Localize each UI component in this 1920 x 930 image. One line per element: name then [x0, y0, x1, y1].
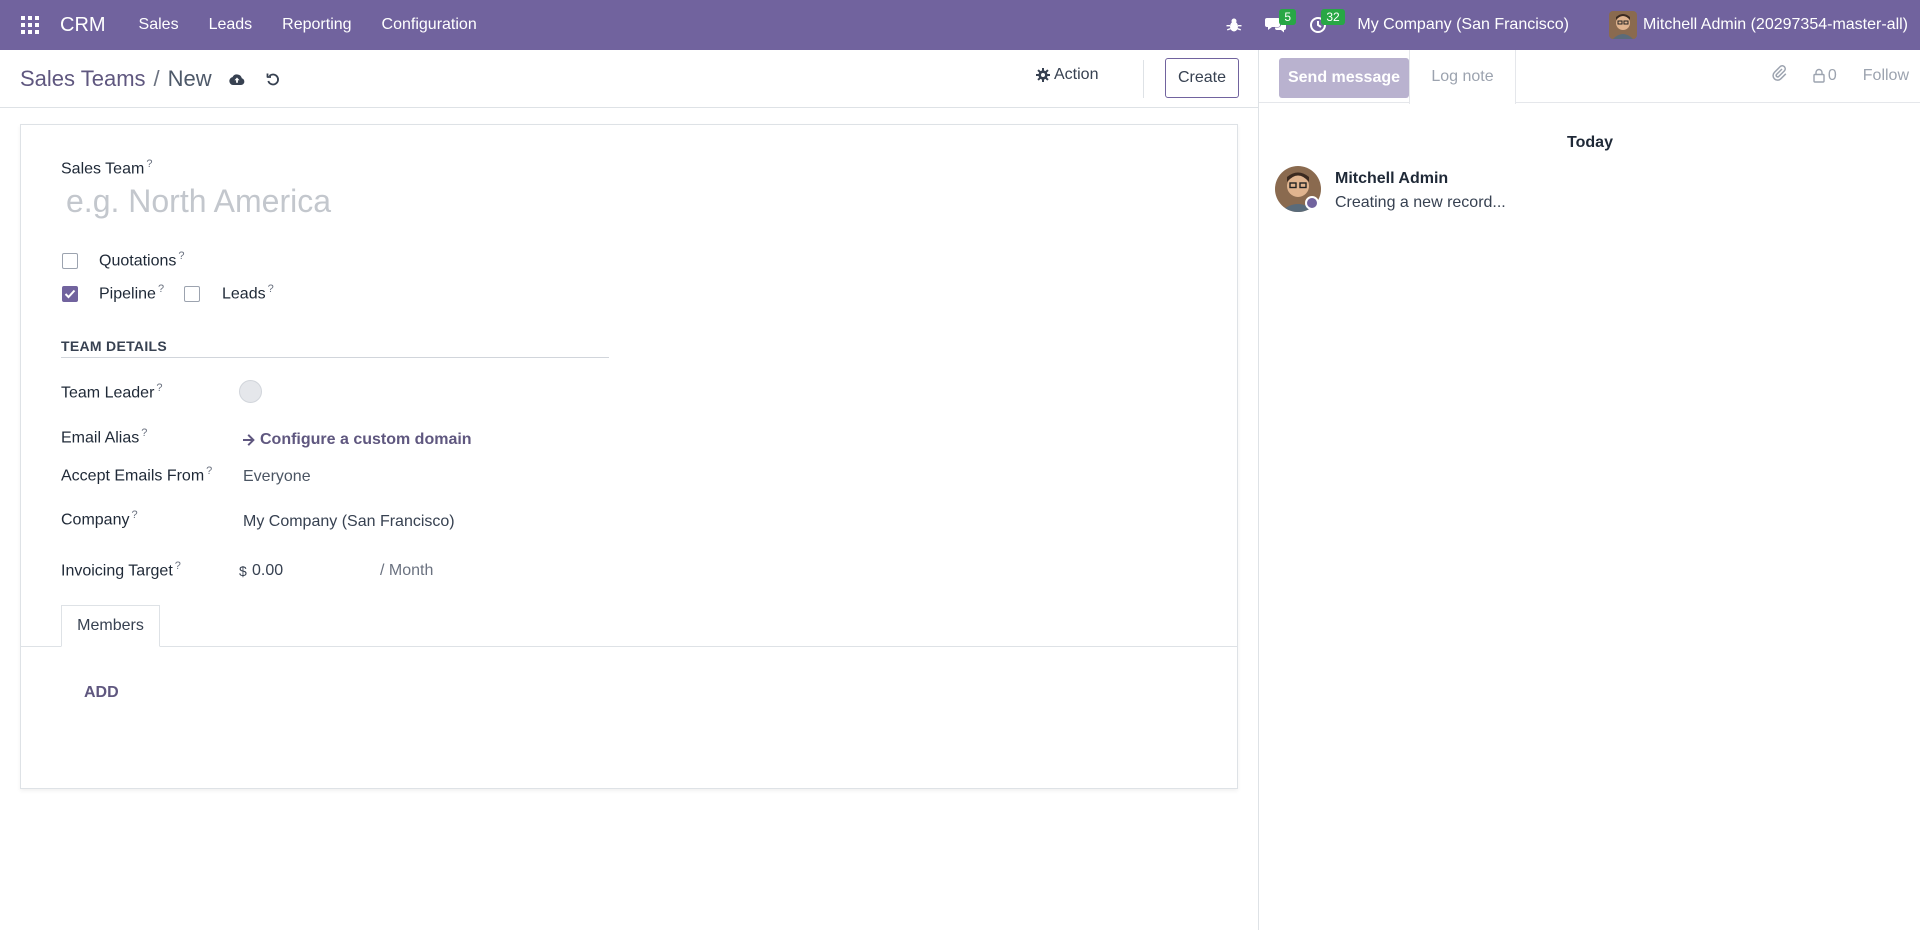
accept-emails-select[interactable]: Everyone	[243, 468, 311, 486]
accept-emails-label: Accept Emails From?	[61, 465, 213, 485]
sales-team-name-label: Sales Team?	[61, 158, 153, 178]
form-sheet	[20, 124, 1238, 789]
checkmark-icon	[64, 289, 76, 299]
section-divider	[61, 357, 609, 358]
app-brand[interactable]: CRM	[60, 14, 106, 37]
quotations-checkbox[interactable]	[62, 253, 78, 269]
gear-icon	[1036, 68, 1050, 82]
pipeline-checkbox[interactable]	[62, 286, 78, 302]
email-alias-label: Email Alias?	[61, 427, 148, 447]
breadcrumb-separator: /	[153, 65, 160, 91]
send-message-button[interactable]: Send message	[1279, 58, 1409, 98]
message-author[interactable]: Mitchell Admin	[1335, 170, 1448, 188]
apps-menu-icon[interactable]	[0, 0, 60, 50]
activities-clock-icon[interactable]: 32	[1297, 0, 1345, 50]
message-body: Creating a new record...	[1335, 194, 1506, 211]
date-separator: Today	[1567, 134, 1613, 151]
discard-undo-icon[interactable]	[264, 70, 282, 88]
follow-button[interactable]: Follow	[1863, 67, 1909, 85]
quotations-label: Quotations?	[99, 250, 185, 270]
messages-icon[interactable]: 5	[1255, 0, 1297, 50]
leads-checkbox[interactable]	[184, 286, 200, 302]
invoicing-target-input[interactable]: 0.00	[252, 562, 283, 580]
add-member-link[interactable]: ADD	[84, 684, 119, 702]
per-month-label: / Month	[380, 562, 434, 579]
log-note-button[interactable]: Log note	[1409, 50, 1516, 104]
messages-badge: 5	[1279, 9, 1297, 25]
menu-sales[interactable]: Sales	[124, 0, 194, 50]
configure-domain-link[interactable]: Configure a custom domain	[243, 431, 472, 449]
activities-badge: 32	[1321, 9, 1345, 25]
top-navbar: CRM Sales Leads Reporting Configuration …	[0, 0, 1920, 50]
control-divider	[1143, 60, 1144, 98]
menu-reporting[interactable]: Reporting	[267, 0, 366, 50]
company-field[interactable]: My Company (San Francisco)	[243, 513, 455, 531]
create-button[interactable]: Create	[1165, 58, 1239, 98]
breadcrumb: Sales Teams / New	[20, 66, 212, 92]
pipeline-label: Pipeline?	[99, 283, 165, 303]
team-details-section-title: TEAM DETAILS	[61, 338, 168, 354]
team-leader-avatar[interactable]	[239, 380, 262, 403]
followers-button[interactable]: 0	[1813, 67, 1837, 85]
breadcrumb-sales-teams[interactable]: Sales Teams	[20, 66, 146, 92]
save-cloud-icon[interactable]	[228, 70, 246, 88]
company-switcher[interactable]: My Company (San Francisco)	[1339, 16, 1589, 34]
tabs-divider	[20, 646, 1238, 647]
user-avatar	[1609, 11, 1637, 39]
invoicing-target-label: Invoicing Target?	[61, 560, 181, 580]
user-menu[interactable]: Mitchell Admin (20297354-master-all)	[1589, 11, 1920, 39]
menu-leads[interactable]: Leads	[194, 0, 268, 50]
team-leader-label: Team Leader?	[61, 382, 163, 402]
lock-icon	[1813, 68, 1825, 83]
tab-members[interactable]: Members	[61, 605, 160, 647]
leads-label: Leads?	[222, 283, 274, 303]
menu-configuration[interactable]: Configuration	[367, 0, 492, 50]
breadcrumb-current: New	[167, 65, 212, 91]
currency-symbol: $	[239, 563, 247, 579]
action-label: Action	[1054, 66, 1099, 83]
chatter-topbar: Send message Log note 0 Follow	[1259, 50, 1920, 104]
attachment-paperclip-icon[interactable]	[1771, 65, 1787, 86]
sales-team-name-input[interactable]: e.g. North America	[66, 183, 331, 220]
online-status-indicator	[1305, 196, 1319, 210]
followers-count: 0	[1827, 66, 1837, 84]
user-name: Mitchell Admin (20297354-master-all)	[1643, 16, 1908, 33]
debug-bug-icon[interactable]	[1213, 0, 1255, 50]
company-label: Company?	[61, 509, 138, 529]
chatter-panel: Send message Log note 0 Follow Today Mit…	[1258, 50, 1920, 930]
arrow-right-icon	[243, 434, 255, 446]
control-panel: Sales Teams / New Action Create	[0, 50, 1258, 108]
action-menu-button[interactable]: Action	[1036, 66, 1098, 84]
